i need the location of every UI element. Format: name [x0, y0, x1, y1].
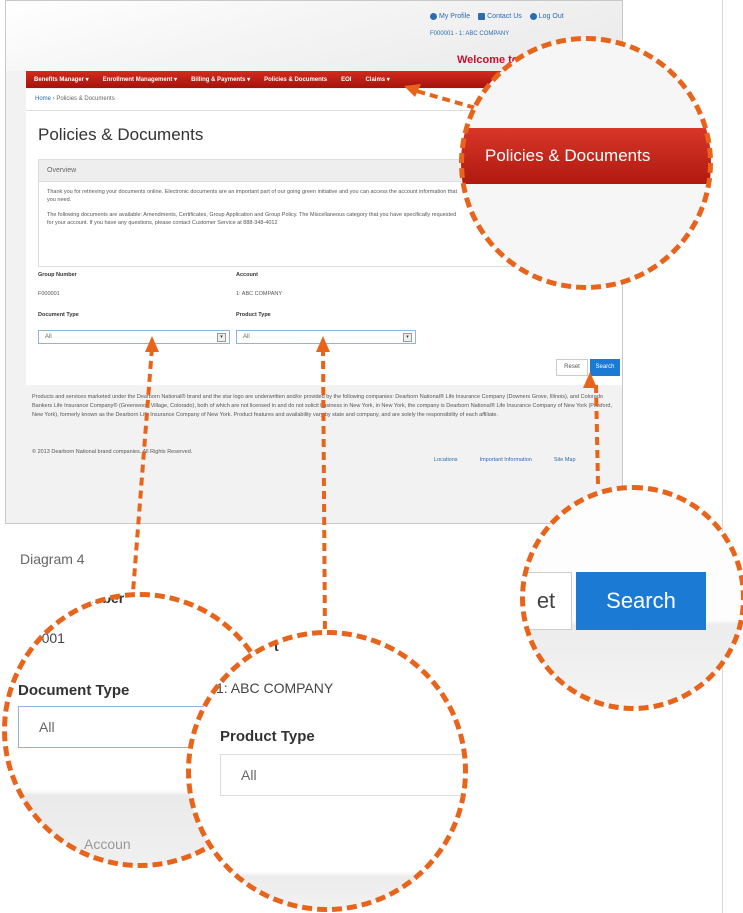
zoom-search-ring [520, 485, 743, 711]
arrow-doc-line [130, 347, 154, 606]
arrow-doc-head [145, 336, 159, 352]
zoom-product-type-ring [186, 630, 468, 912]
figure: { "page": { "top_links": {"profile": "My… [0, 0, 743, 913]
arrow-search-head [583, 372, 597, 388]
arrow-product-head [316, 336, 330, 352]
zoom-nav-ring [459, 36, 713, 290]
arrow-product-line [321, 347, 327, 641]
arrow-search-line [594, 384, 600, 486]
